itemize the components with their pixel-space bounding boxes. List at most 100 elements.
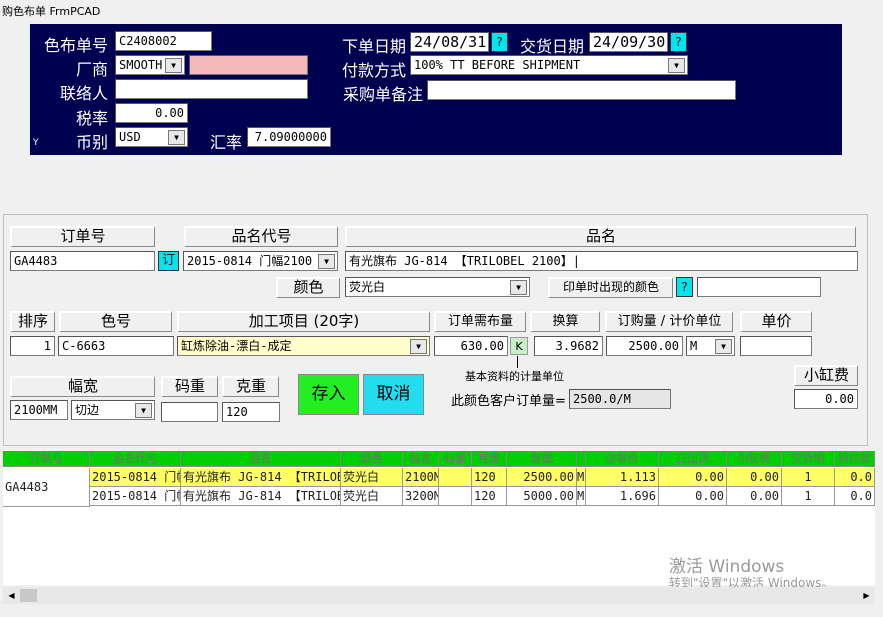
chevron-down-icon[interactable]: ▼: [168, 130, 185, 145]
col-code[interactable]: 品名代号: [90, 451, 181, 467]
chevron-down-icon[interactable]: ▼: [410, 339, 427, 354]
col-color[interactable]: 颜色: [341, 451, 403, 467]
col-fee[interactable]: 小缸费: [727, 451, 782, 467]
cell-yard[interactable]: [439, 468, 472, 487]
color-no-field[interactable]: C-6663: [58, 336, 174, 356]
cell-prepay[interactable]: 0.0: [835, 468, 875, 487]
gram-field[interactable]: 120: [222, 402, 280, 422]
order-date-field[interactable]: 24/08/31: [410, 32, 489, 52]
col-place[interactable]: 交货地: [782, 451, 835, 467]
remark-field[interactable]: [427, 80, 736, 100]
cell-gram[interactable]: 120: [472, 468, 507, 487]
save-button[interactable]: 存入: [298, 374, 359, 415]
window-title: 购色布单 FrmPCAD: [2, 5, 101, 18]
table-row[interactable]: 2015-0814 门幅 有光旗布 JG-814 【TRILOBE 荧光白 21…: [90, 468, 875, 487]
cell-qty[interactable]: 2500.00: [507, 468, 577, 487]
delivery-date-field[interactable]: 24/09/30: [589, 32, 668, 52]
purchase-header: 订购量 / 计价单位: [605, 311, 733, 332]
customer-qty-label: 此颜色客户订单量=: [451, 394, 566, 409]
order-date-help-button[interactable]: ?: [491, 32, 508, 52]
gram-header: 克重: [222, 376, 279, 397]
cell-fee[interactable]: 0.00: [727, 487, 782, 506]
cell-place[interactable]: 1: [782, 468, 835, 487]
horizontal-scrollbar[interactable]: ◀ ▶: [3, 587, 875, 604]
process-select[interactable]: 缸炼除油-漂白-成定 ▼: [177, 336, 430, 356]
cell-name[interactable]: 有光旗布 JG-814 【TRILOBE: [181, 487, 341, 506]
scroll-right-icon[interactable]: ▶: [858, 587, 875, 604]
table-row[interactable]: 2015-0814 门幅 有光旗布 JG-814 【TRILOBE 荧光白 32…: [90, 487, 875, 507]
tax-field[interactable]: 0.00: [115, 103, 188, 123]
col-prepay[interactable]: 预付款: [835, 451, 875, 467]
col-price[interactable]: @单价: [586, 451, 659, 467]
payment-select[interactable]: 100% TT BEFORE SHIPMENT ▼: [410, 55, 688, 75]
scroll-left-icon[interactable]: ◀: [3, 587, 20, 604]
item-name-field[interactable]: 有光旗布 JG-814 【TRILOBEL 2100】|: [345, 251, 858, 271]
contact-field[interactable]: [115, 79, 308, 99]
convert-field[interactable]: 3.9682: [534, 336, 603, 356]
cell-prepay[interactable]: 0.0: [835, 487, 875, 506]
cell-color[interactable]: 荧光白: [341, 487, 403, 506]
order-no-field[interactable]: C2408002: [115, 31, 212, 51]
purchase-unit-select[interactable]: M ▼: [686, 336, 735, 356]
order-lookup-button[interactable]: 订: [158, 251, 179, 271]
cell-qty[interactable]: 5000.00: [507, 487, 577, 506]
item-code-select[interactable]: 2015-0814 门幅2100 ▼: [183, 251, 338, 271]
color-select[interactable]: 荧光白 ▼: [345, 277, 530, 297]
grid-order-cell[interactable]: GA4483: [3, 468, 90, 507]
vendor-name-field[interactable]: [189, 55, 308, 75]
price-header: 单价: [740, 311, 812, 332]
col-name[interactable]: 品名: [181, 451, 341, 467]
currency-select[interactable]: USD ▼: [115, 127, 188, 147]
scroll-thumb[interactable]: [20, 589, 37, 602]
cell-fee[interactable]: 0.00: [727, 468, 782, 487]
chevron-down-icon[interactable]: ▼: [135, 403, 152, 418]
cell-unit[interactable]: M: [577, 468, 586, 487]
cell-gram[interactable]: 120: [472, 487, 507, 506]
col-gram[interactable]: 克重: [472, 451, 507, 467]
chevron-down-icon[interactable]: ▼: [318, 254, 335, 269]
small-fee-field[interactable]: 0.00: [794, 389, 858, 409]
cell-price[interactable]: 1.113: [586, 468, 659, 487]
payment-label: 付款方式: [341, 61, 406, 80]
cell-width[interactable]: 2100M: [403, 468, 439, 487]
width-field[interactable]: 2100MM: [10, 400, 68, 420]
col-order[interactable]: 订单号: [3, 451, 90, 467]
yard-field[interactable]: [161, 402, 218, 422]
cell-code[interactable]: 2015-0814 门幅: [90, 487, 181, 506]
col-width[interactable]: 幅宽: [403, 451, 439, 467]
cell-color[interactable]: 荧光白: [341, 468, 403, 487]
cell-price[interactable]: 1.696: [586, 487, 659, 506]
chevron-down-icon[interactable]: ▼: [668, 58, 685, 73]
rate-field[interactable]: 7.09000000: [247, 127, 331, 147]
seq-field[interactable]: 1: [10, 336, 55, 356]
cell-place[interactable]: 1: [782, 487, 835, 506]
print-color-help-button[interactable]: ?: [676, 277, 693, 297]
cell-unit[interactable]: M: [577, 487, 586, 506]
detail-order-field[interactable]: GA4483: [10, 251, 155, 271]
purchase-field[interactable]: 2500.00: [606, 336, 683, 356]
print-color-field[interactable]: [697, 277, 821, 297]
cell-code[interactable]: 2015-0814 门幅: [90, 468, 181, 487]
vendor-select[interactable]: SMOOTH ▼: [115, 55, 185, 75]
col-shipped[interactable]: 已出货: [659, 451, 727, 467]
cell-width[interactable]: 3200M: [403, 487, 439, 506]
cell-shipped[interactable]: 0.00: [659, 468, 727, 487]
process-header: 加工项目 (20字): [177, 311, 430, 332]
edge-select[interactable]: 切边 ▼: [71, 400, 155, 420]
col-yard[interactable]: 码重: [439, 451, 472, 467]
need-field[interactable]: 630.00: [434, 336, 508, 356]
col-qty[interactable]: 数量: [507, 451, 577, 467]
price-field[interactable]: [740, 336, 812, 356]
cell-yard[interactable]: [439, 487, 472, 506]
chevron-down-icon[interactable]: ▼: [715, 339, 732, 354]
chevron-down-icon[interactable]: ▼: [510, 280, 527, 295]
col-unit[interactable]: [577, 451, 586, 467]
y-mark: Y: [33, 138, 39, 148]
cell-shipped[interactable]: 0.00: [659, 487, 727, 506]
chevron-down-icon[interactable]: ▼: [165, 58, 182, 73]
cell-name[interactable]: 有光旗布 JG-814 【TRILOBE: [181, 468, 341, 487]
cancel-button[interactable]: 取消: [363, 374, 424, 415]
convert-header: 换算: [530, 311, 600, 332]
delivery-date-help-button[interactable]: ?: [670, 32, 687, 52]
print-color-label: 印单时出现的颜色: [548, 277, 673, 298]
